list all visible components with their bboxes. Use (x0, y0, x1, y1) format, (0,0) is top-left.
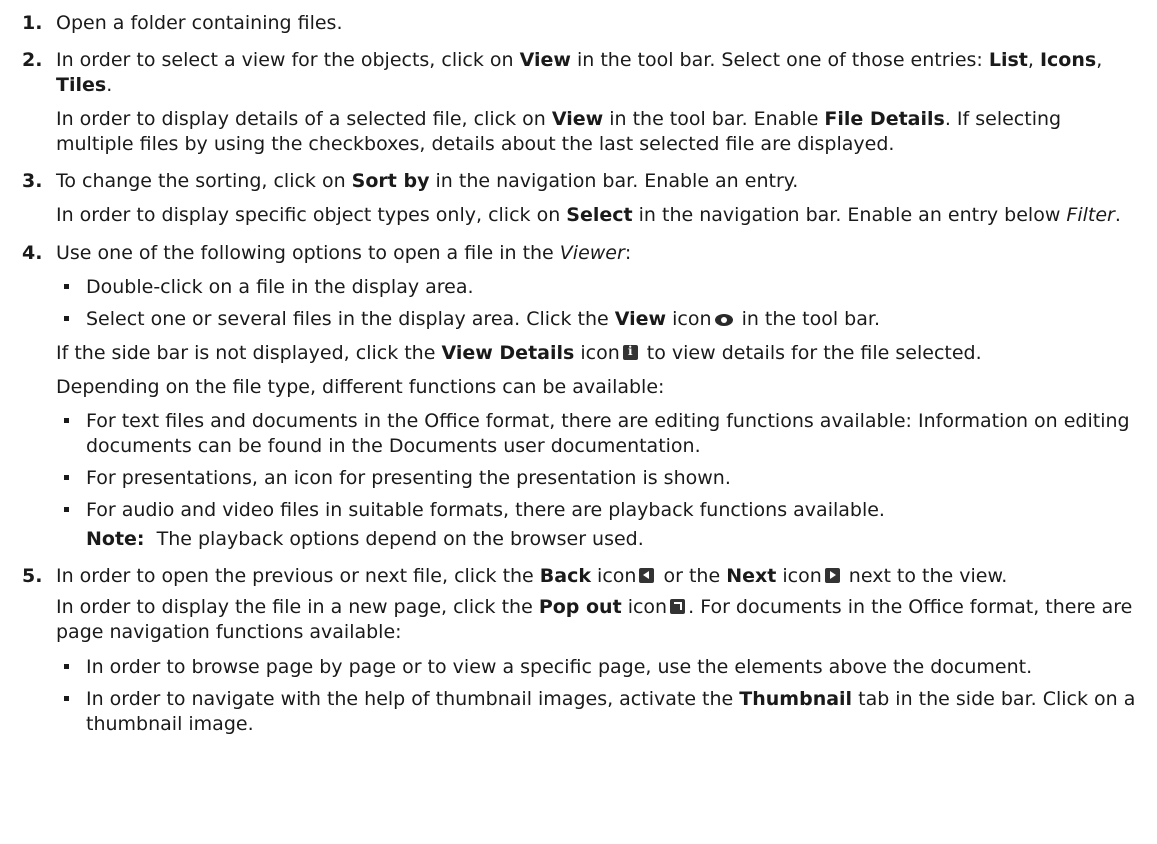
step-number: 3. (22, 170, 43, 193)
paragraph: In order to open the previous or next fi… (56, 565, 1008, 588)
note: Note: The playback options depend on the… (86, 528, 644, 551)
step-text: Open a folder containing files. (56, 12, 343, 34)
paragraph: In order to display the file in a new pa… (56, 596, 1133, 644)
paragraph: If the side bar is not displayed, click … (56, 341, 1143, 366)
paragraph: Depending on the file type, different fu… (56, 375, 665, 398)
paragraph: In order to display details of a selecte… (56, 108, 1062, 156)
document-body: 1. Open a folder containing files. 2. In… (0, 0, 1157, 737)
paragraph: In order to select a view for the object… (56, 49, 1103, 97)
paragraph: To change the sorting, click on Sort by … (56, 170, 799, 193)
list-item: For text files and documents in the Offi… (56, 409, 1143, 459)
next-icon (824, 568, 840, 584)
bullet-list: Double-click on a file in the display ar… (56, 275, 1143, 332)
eye-icon (714, 313, 733, 326)
bullet-list: For text files and documents in the Offi… (56, 409, 1143, 552)
back-icon (639, 568, 655, 584)
step-number: 1. (22, 12, 43, 34)
bullet-list: In order to browse page by page or to vi… (56, 655, 1143, 737)
step-4: 4. Use one of the following options to o… (22, 241, 1143, 553)
info-icon (622, 344, 638, 360)
pop-out-icon (670, 599, 686, 615)
list-item: Select one or several files in the displ… (56, 307, 1143, 332)
step-number: 2. (22, 49, 43, 72)
list-item: In order to navigate with the help of th… (56, 687, 1143, 737)
paragraph: Use one of the following options to open… (56, 241, 632, 264)
step-number: 4. (22, 241, 43, 264)
list-item: For audio and video files in suitable fo… (56, 498, 1143, 552)
list-item: For presentations, an icon for presentin… (56, 466, 1143, 491)
step-3: 3. To change the sorting, click on Sort … (22, 169, 1143, 228)
paragraph: In order to display specific object type… (56, 204, 1121, 227)
step-1: 1. Open a folder containing files. (22, 11, 1143, 36)
step-5: 5. In order to open the previous or next… (22, 564, 1143, 736)
step-2: 2. In order to select a view for the obj… (22, 48, 1143, 157)
list-item: Double-click on a file in the display ar… (56, 275, 1143, 300)
list-item: In order to browse page by page or to vi… (56, 655, 1143, 680)
step-number: 5. (22, 565, 43, 588)
